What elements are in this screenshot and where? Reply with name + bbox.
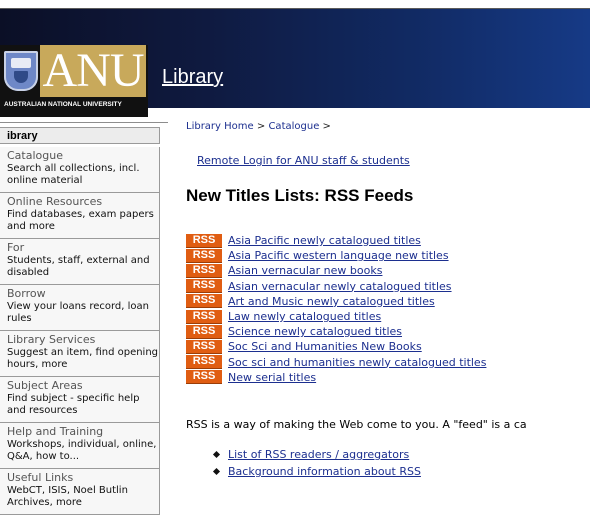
sidebar-item-desc: Search all collections, incl. online mat… <box>7 163 140 186</box>
sidebar-item-title: For <box>7 241 25 254</box>
sidebar-item-title: Borrow <box>7 287 46 300</box>
breadcrumb-library-home[interactable]: Library Home <box>186 121 254 132</box>
rss-description: RSS is a way of making the Web come to y… <box>186 418 527 431</box>
list-item: RSS Asia Pacific western language new tit… <box>186 248 486 263</box>
sidebar-item-desc: WebCT, ISIS, Noel Butlin Archives, more <box>7 485 128 508</box>
sidebar-item-desc: Students, staff, external and disabled <box>7 255 150 278</box>
sidebar-item-desc: Suggest an item, find opening hours, mor… <box>7 347 159 370</box>
sidebar-item-desc: Find databases, exam papers and more <box>7 209 154 232</box>
crest-icon <box>4 51 38 91</box>
sidebar-item-title: Help and Training <box>7 425 104 438</box>
rss-icon[interactable]: RSS <box>186 370 222 385</box>
bullet-icon <box>212 450 221 459</box>
feed-link[interactable]: Asian vernacular new books <box>228 264 382 277</box>
feed-link[interactable]: Asia Pacific newly catalogued titles <box>228 234 421 247</box>
list-item: List of RSS readers / aggregators <box>212 446 421 463</box>
list-item: RSS Asian vernacular new books <box>186 263 486 278</box>
list-item: RSS Asia Pacific newly catalogued titles <box>186 233 486 248</box>
feed-link[interactable]: Soc Sci and Humanities New Books <box>228 340 422 353</box>
window-top-border <box>0 0 590 9</box>
sidebar-item-title: Online Resources <box>7 195 103 208</box>
library-title-link[interactable]: Library <box>162 66 223 89</box>
sidebar-item-for[interactable]: For Students, staff, external and disabl… <box>0 239 160 285</box>
feed-link[interactable]: Science newly catalogued titles <box>228 325 402 338</box>
sidebar-item-help-training[interactable]: Help and Training Workshops, individual,… <box>0 423 160 469</box>
rss-feed-list: RSS Asia Pacific newly catalogued titles … <box>186 233 486 385</box>
page-title: New Titles Lists: RSS Feeds <box>186 186 414 205</box>
sidebar-item-desc: View your loans record, loan rules <box>7 301 149 324</box>
sidebar-item-catalogue[interactable]: Catalogue Search all collections, incl. … <box>0 147 160 193</box>
sidebar-heading: ibrary <box>0 127 160 144</box>
rss-icon[interactable]: RSS <box>186 279 222 294</box>
feed-link[interactable]: Asian vernacular newly catalogued titles <box>228 280 452 293</box>
anu-logo[interactable]: ANU AUSTRALIAN NATIONAL UNIVERSITY <box>0 45 148 117</box>
sidebar-item-title: Useful Links <box>7 471 74 484</box>
sidebar-item-title: Library Services <box>7 333 96 346</box>
rss-icon[interactable]: RSS <box>186 324 222 339</box>
list-item: RSS Soc sci and humanities newly catalogu… <box>186 355 486 370</box>
bullet-icon <box>212 467 221 476</box>
sidebar-item-useful-links[interactable]: Useful Links WebCT, ISIS, Noel Butlin Ar… <box>0 469 160 515</box>
list-item: Background information about RSS <box>212 463 421 480</box>
list-item: RSS Art and Music newly catalogued titles <box>186 294 486 309</box>
sidebar-item-borrow[interactable]: Borrow View your loans record, loan rule… <box>0 285 160 331</box>
breadcrumb: Library Home > Catalogue > <box>186 121 331 132</box>
rss-icon[interactable]: RSS <box>186 339 222 354</box>
site-header: ANU AUSTRALIAN NATIONAL UNIVERSITY Libra… <box>0 9 590 117</box>
logo-text: ANU <box>40 45 146 97</box>
sidebar-item-desc: Workshops, individual, online, Q&A, how … <box>7 439 157 462</box>
list-item: RSS New serial titles <box>186 370 486 385</box>
rss-readers-link[interactable]: List of RSS readers / aggregators <box>228 448 409 461</box>
rss-info-links: List of RSS readers / aggregators Backgr… <box>212 446 421 480</box>
feed-link[interactable]: New serial titles <box>228 371 316 384</box>
sidebar: ibrary Catalogue Search all collections,… <box>0 122 168 518</box>
feed-link[interactable]: Art and Music newly catalogued titles <box>228 295 435 308</box>
list-item: RSS Asian vernacular newly catalogued tit… <box>186 279 486 294</box>
rss-icon[interactable]: RSS <box>186 355 222 370</box>
breadcrumb-catalogue[interactable]: Catalogue <box>268 121 319 132</box>
feed-link[interactable]: Soc sci and humanities newly catalogued … <box>228 356 486 369</box>
list-item: RSS Science newly catalogued titles <box>186 324 486 339</box>
rss-icon[interactable]: RSS <box>186 233 222 248</box>
rss-icon[interactable]: RSS <box>186 263 222 278</box>
rss-background-link[interactable]: Background information about RSS <box>228 465 421 478</box>
rss-icon[interactable]: RSS <box>186 248 222 263</box>
logo-subtitle: AUSTRALIAN NATIONAL UNIVERSITY <box>4 101 122 108</box>
rss-icon[interactable]: RSS <box>186 294 222 309</box>
feed-link[interactable]: Law newly catalogued titles <box>228 310 381 323</box>
sidebar-item-subject-areas[interactable]: Subject Areas Find subject - specific he… <box>0 377 160 423</box>
list-item: RSS Law newly catalogued titles <box>186 309 486 324</box>
remote-login-link[interactable]: Remote Login for ANU staff & students <box>197 154 410 167</box>
rss-icon[interactable]: RSS <box>186 309 222 324</box>
breadcrumb-separator: > <box>256 121 266 132</box>
breadcrumb-separator: > <box>322 121 331 132</box>
feed-link[interactable]: Asia Pacific western language new titles <box>228 249 449 262</box>
sidebar-item-library-services[interactable]: Library Services Suggest an item, find o… <box>0 331 160 377</box>
sidebar-item-title: Catalogue <box>7 149 63 162</box>
list-item: RSS Soc Sci and Humanities New Books <box>186 339 486 354</box>
sidebar-item-desc: Find subject - specific help and resourc… <box>7 393 140 416</box>
sidebar-item-title: Subject Areas <box>7 379 83 392</box>
sidebar-item-online-resources[interactable]: Online Resources Find databases, exam pa… <box>0 193 160 239</box>
